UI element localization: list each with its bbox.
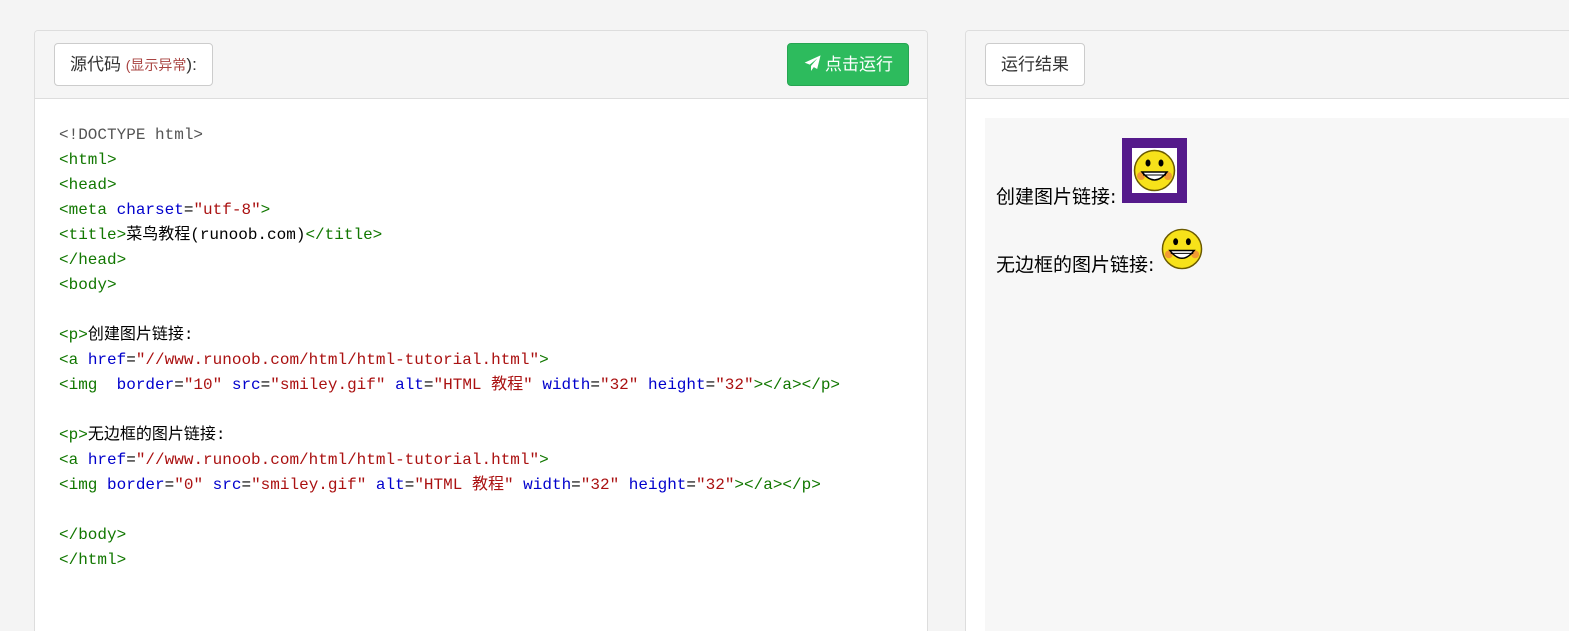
code-token: </title> (305, 226, 383, 244)
code-token: width (542, 376, 591, 394)
result-paragraph-bordered: 创建图片链接: (996, 138, 1188, 209)
code-line-11: <img border="10" src="smiley.gif" alt="H… (59, 376, 841, 394)
borderless-image-link[interactable] (1160, 227, 1204, 276)
code-line-15: <img border="0" src="smiley.gif" alt="HT… (59, 476, 821, 494)
smiley-icon (1134, 149, 1176, 192)
source-label-text: 源代码 (70, 55, 121, 74)
paper-plane-icon (804, 55, 821, 71)
code-token: 无边框的图片链接: (87, 426, 226, 444)
code-line-5: <title>菜鸟教程(runoob.com)</title> (59, 223, 907, 248)
code-token: <html> (59, 151, 117, 169)
code-token: width (523, 476, 572, 494)
result-label-text: 运行结果 (1001, 55, 1069, 74)
bordered-image-link[interactable] (1122, 138, 1188, 208)
code-token: "smiley.gif" (270, 376, 386, 394)
warning-paren-close: ): (186, 55, 197, 74)
code-token: <p> (59, 426, 88, 444)
code-token: charset (116, 201, 184, 219)
code-token: href (87, 351, 127, 369)
code-token: "32" (599, 376, 639, 394)
code-line-13: <p>无边框的图片链接: (59, 423, 907, 448)
code-token: "//www.runoob.com/html/html-tutorial.htm… (135, 451, 540, 469)
run-button[interactable]: 点击运行 (787, 43, 909, 86)
smiley-icon (1162, 228, 1203, 270)
warning-link[interactable]: 显示异常 (130, 57, 186, 73)
code-token: alt (395, 376, 424, 394)
code-token: <!DOCTYPE html> (59, 126, 204, 144)
code-token: href (87, 451, 127, 469)
code-token: <img (59, 376, 98, 394)
code-token: src (231, 376, 261, 394)
bordered-image-frame (1122, 138, 1188, 203)
code-token: <p> (59, 326, 88, 344)
code-token: </head> (59, 251, 127, 269)
code-token: <a (59, 451, 79, 469)
code-token: 创建图片链接: (87, 326, 194, 344)
result-panel: 运行结果 创建图片链接: 无边框的图片链接: (965, 30, 1569, 631)
result-panel-header: 运行结果 (966, 31, 1569, 99)
source-panel-header: 源代码 (显示异常): 点击运行 (35, 31, 927, 99)
result-paragraph-borderless: 无边框的图片链接: (996, 227, 1204, 277)
code-token: border (116, 376, 175, 394)
result-label-button[interactable]: 运行结果 (985, 43, 1085, 86)
code-line-17: </body> (59, 523, 907, 548)
code-token: <body> (59, 276, 117, 294)
code-line-18: </html> (59, 548, 907, 573)
code-token: ></a></p> (753, 376, 841, 394)
code-token: "10" (183, 376, 223, 394)
code-token: "utf-8" (193, 201, 261, 219)
run-button-label: 点击运行 (825, 55, 893, 74)
code-token: "32" (715, 376, 754, 394)
code-token: ></a></p> (734, 476, 821, 494)
code-line-9: <p>创建图片链接: (59, 323, 907, 348)
code-token: "32" (696, 476, 735, 494)
code-token: height (628, 476, 687, 494)
code-token: <img (59, 476, 98, 494)
code-token: <meta (59, 201, 108, 219)
code-token: border (107, 476, 165, 494)
code-token: src (212, 476, 242, 494)
code-token: <title> (59, 226, 127, 244)
code-token: "HTML 教程" (414, 476, 514, 494)
code-token: alt (375, 476, 405, 494)
code-line-10: <a href="//www.runoob.com/html/html-tuto… (59, 351, 549, 369)
code-token: "HTML 教程" (433, 376, 533, 394)
code-token: 菜鸟教程(runoob.com) (126, 226, 306, 244)
source-code-panel: 源代码 (显示异常): 点击运行 <!DOCTYPE html> <html> <h… (34, 30, 928, 631)
code-token: "smiley.gif" (251, 476, 367, 494)
code-token: <head> (59, 176, 117, 194)
code-editor[interactable]: <!DOCTYPE html> <html> <head> <meta charset… (59, 123, 907, 573)
code-token: height (647, 376, 706, 394)
code-token: "//www.runoob.com/html/html-tutorial.htm… (135, 351, 540, 369)
source-code-label[interactable]: 源代码 (显示异常): (54, 43, 213, 86)
code-token: "0" (174, 476, 204, 494)
code-line-4: <meta charset="utf-8"> (59, 201, 271, 219)
code-line-1: <!DOCTYPE html> (59, 123, 907, 148)
code-line-3: <head> (59, 173, 907, 198)
code-line-2: <html> (59, 148, 907, 173)
code-token: <a (59, 351, 79, 369)
code-line-7: <body> (59, 273, 907, 298)
code-line-14: <a href="//www.runoob.com/html/html-tuto… (59, 451, 549, 469)
result-p1-text: 创建图片链接: (996, 186, 1117, 208)
display-warning[interactable]: (显示异常): (126, 55, 197, 74)
result-p2-text: 无边框的图片链接: (996, 254, 1155, 276)
code-token: "32" (580, 476, 620, 494)
code-token: </body> (59, 526, 127, 544)
code-token: </html> (59, 551, 127, 569)
result-frame: 创建图片链接: 无边框的图片链接: (985, 118, 1569, 631)
code-line-6: </head> (59, 248, 907, 273)
